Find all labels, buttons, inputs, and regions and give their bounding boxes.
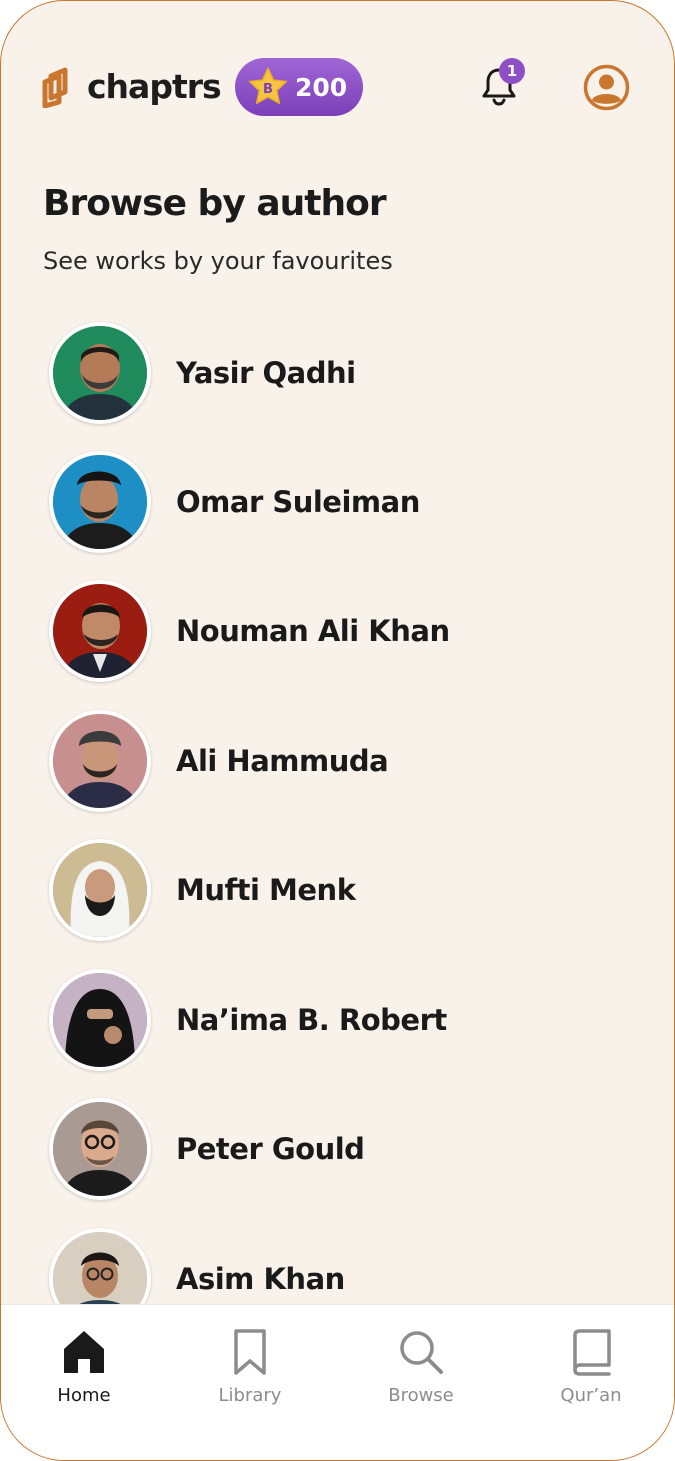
- nav-browse-label: Browse: [388, 1385, 454, 1406]
- author-name: Asim Khan: [176, 1262, 345, 1296]
- points-value: 200: [295, 72, 348, 102]
- home-icon: [64, 1331, 104, 1373]
- author-portrait: [53, 973, 147, 1067]
- author-name: Omar Suleiman: [176, 485, 420, 519]
- nav-library[interactable]: Library: [185, 1327, 315, 1417]
- author-portrait: [53, 843, 147, 937]
- nav-quran-label: Qur’an: [560, 1385, 622, 1406]
- brand-name: chaptrs: [87, 67, 222, 106]
- page-title: Browse by author: [43, 183, 387, 224]
- profile-button[interactable]: [583, 64, 630, 111]
- notification-count-badge: 1: [499, 58, 525, 84]
- author-name: Mufti Menk: [176, 873, 356, 907]
- nav-library-label: Library: [218, 1385, 282, 1406]
- author-row-peter-gould[interactable]: Peter Gould: [49, 1097, 629, 1201]
- author-avatar: [49, 580, 151, 682]
- author-row-ali-hammuda[interactable]: Ali Hammuda: [49, 709, 629, 813]
- bookmark-icon: [234, 1329, 266, 1375]
- book-icon: [573, 1329, 611, 1376]
- badge-letter: B: [263, 82, 273, 97]
- author-name: Ali Hammuda: [176, 744, 389, 778]
- author-portrait: [53, 1102, 147, 1196]
- author-row-yasir-qadhi[interactable]: Yasir Qadhi: [49, 321, 629, 425]
- author-list[interactable]: Yasir Qadhi Omar Suleiman Nouman Ali Kha…: [1, 307, 674, 1305]
- nav-home[interactable]: Home: [19, 1327, 149, 1417]
- app-screen: chaptrs B 200 1 Browse by author See wor…: [0, 0, 675, 1461]
- author-row-naima-b-robert[interactable]: Na’ima B. Robert: [49, 968, 629, 1072]
- bottom-navigation: Home Library Browse Qur’an: [1, 1304, 674, 1460]
- author-name: Na’ima B. Robert: [176, 1003, 447, 1037]
- app-header: chaptrs B 200 1: [1, 1, 674, 171]
- author-portrait: [53, 326, 147, 420]
- author-name: Nouman Ali Khan: [176, 614, 450, 648]
- author-row-asim-khan[interactable]: Asim Khan: [49, 1227, 629, 1305]
- author-avatar: [49, 969, 151, 1071]
- author-portrait: [53, 584, 147, 678]
- profile-icon: [583, 64, 630, 111]
- author-row-nouman-ali-khan[interactable]: Nouman Ali Khan: [49, 579, 629, 683]
- author-name: Peter Gould: [176, 1132, 365, 1166]
- author-avatar: [49, 322, 151, 424]
- points-badge[interactable]: B 200: [235, 58, 363, 116]
- nav-home-label: Home: [57, 1385, 111, 1406]
- page-subtitle: See works by your favourites: [43, 247, 393, 275]
- author-row-mufti-menk[interactable]: Mufti Menk: [49, 838, 629, 942]
- author-avatar: [49, 1228, 151, 1305]
- author-avatar: [49, 451, 151, 553]
- author-name: Yasir Qadhi: [176, 356, 356, 390]
- author-row-omar-suleiman[interactable]: Omar Suleiman: [49, 450, 629, 554]
- nav-quran[interactable]: Qur’an: [526, 1327, 656, 1417]
- chaptrs-logo-icon: [42, 67, 68, 108]
- nav-browse[interactable]: Browse: [356, 1327, 486, 1417]
- brand-logo[interactable]: chaptrs: [41, 65, 222, 109]
- star-badge-icon: B: [248, 67, 288, 105]
- author-avatar: [49, 839, 151, 941]
- author-portrait: [53, 455, 147, 549]
- author-avatar: [49, 1098, 151, 1200]
- author-portrait: [53, 1232, 147, 1305]
- author-avatar: [49, 710, 151, 812]
- search-icon: [400, 1331, 443, 1374]
- author-portrait: [53, 714, 147, 808]
